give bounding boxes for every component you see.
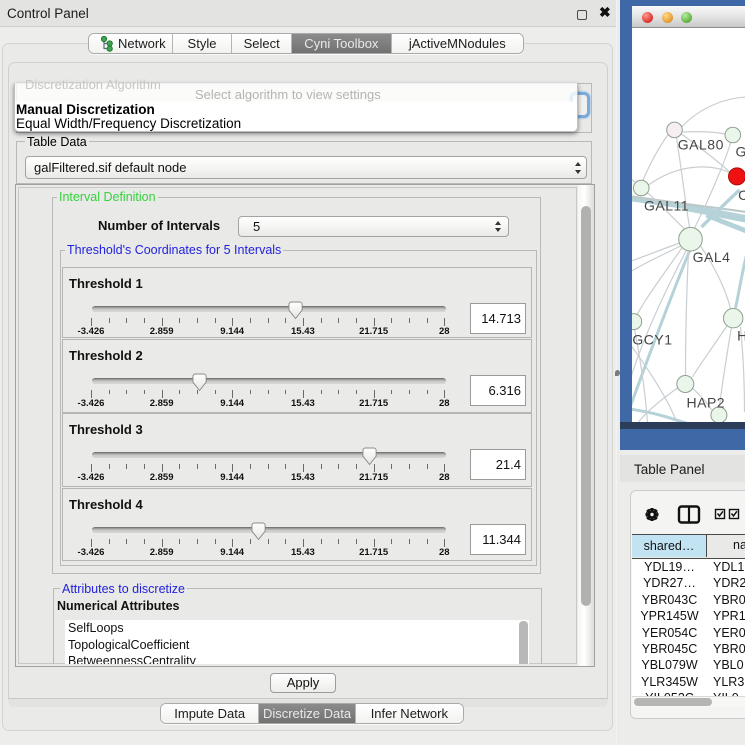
- svg-text:H: H: [737, 328, 745, 344]
- svg-text:GAL4: GAL4: [692, 249, 730, 265]
- svg-text:HAP2: HAP2: [686, 395, 725, 411]
- svg-text:C: C: [738, 187, 745, 203]
- svg-text:GA: GA: [735, 144, 745, 160]
- svg-text:GAL11: GAL11: [644, 198, 689, 214]
- svg-text:GAL80: GAL80: [677, 137, 723, 153]
- svg-text:GCY1: GCY1: [632, 332, 672, 348]
